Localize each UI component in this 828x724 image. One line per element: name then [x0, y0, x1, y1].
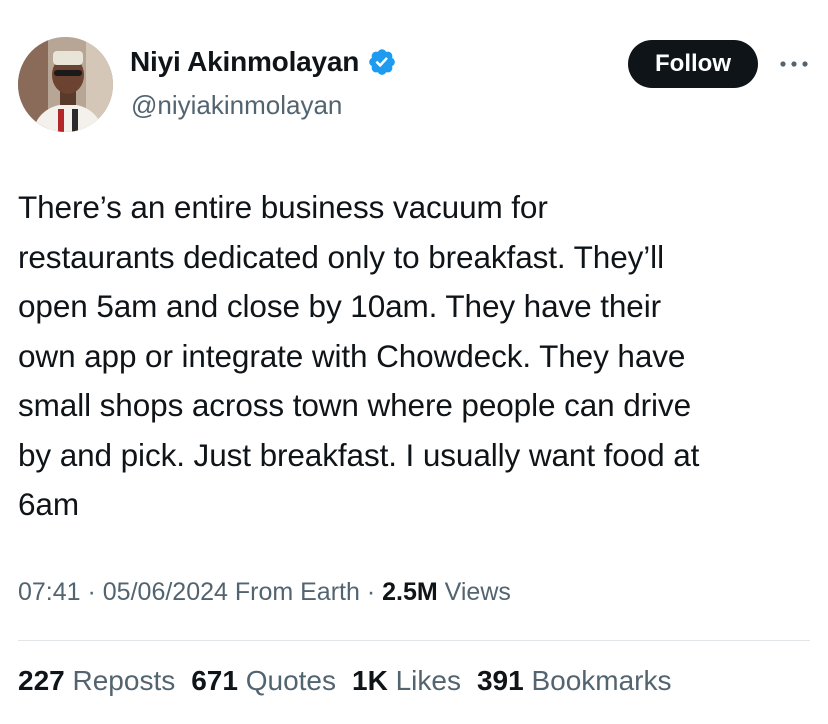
views-count: 2.5M — [382, 578, 438, 606]
tweet-text: There’s an entire business vacuum for re… — [18, 183, 818, 530]
engagement-stats: 227 Reposts 671 Quotes 1K Likes 391 Book… — [18, 665, 672, 697]
views-label: Views — [437, 578, 511, 606]
author-name[interactable]: Niyi Akinmolayan — [130, 46, 359, 78]
author-name-row: Niyi Akinmolayan — [130, 46, 397, 78]
bookmarks-stat[interactable]: 391 Bookmarks — [477, 665, 672, 697]
tweet-text-line: restaurants dedicated only to breakfast.… — [18, 238, 664, 275]
quotes-label: Quotes — [245, 665, 336, 696]
more-dots-icon — [780, 61, 808, 67]
divider — [18, 640, 810, 641]
tweet-location: From Earth — [227, 578, 360, 606]
bookmarks-count: 391 — [476, 665, 524, 696]
tweet-meta: 07:41 · 05/06/2024 From Earth · 2.5M Vie… — [18, 578, 511, 607]
tweet-date[interactable]: 05/06/2024 — [103, 578, 228, 606]
tweet-time[interactable]: 07:41 — [18, 578, 81, 606]
tweet-text-line: There’s an entire business vacuum for — [18, 189, 548, 225]
more-button[interactable] — [774, 52, 814, 76]
verified-badge-icon — [367, 47, 397, 77]
tweet-text-line: 6am — [18, 486, 79, 522]
avatar-photo — [18, 37, 113, 132]
reposts-label: Reposts — [72, 665, 176, 696]
author-handle[interactable]: @niyiakinmolayan — [131, 90, 342, 121]
tweet-text-line: open 5am and close by 10am. They have th… — [18, 288, 662, 324]
reposts-stat[interactable]: 227 Reposts — [18, 665, 175, 697]
reposts-count: 227 — [18, 665, 65, 696]
quotes-stat[interactable]: 671 Quotes — [191, 665, 336, 697]
tweet-text-line: small shops across town where people can… — [18, 387, 691, 423]
tweet-card: Niyi Akinmolayan @niyiakinmolayan Follow… — [0, 0, 828, 724]
likes-label: Likes — [395, 665, 461, 696]
quotes-count: 671 — [191, 665, 238, 696]
bookmarks-label: Bookmarks — [531, 665, 672, 696]
tweet-text-line: by and pick. Just breakfast. I usually w… — [18, 436, 700, 473]
meta-separator: · — [359, 578, 383, 606]
meta-separator: · — [80, 578, 103, 606]
tweet-text-line: own app or integrate with Chowdeck. They… — [18, 337, 686, 374]
avatar[interactable] — [18, 37, 113, 132]
likes-count: 1K — [352, 665, 388, 696]
likes-stat[interactable]: 1K Likes — [352, 665, 461, 697]
follow-button[interactable]: Follow — [628, 40, 758, 88]
